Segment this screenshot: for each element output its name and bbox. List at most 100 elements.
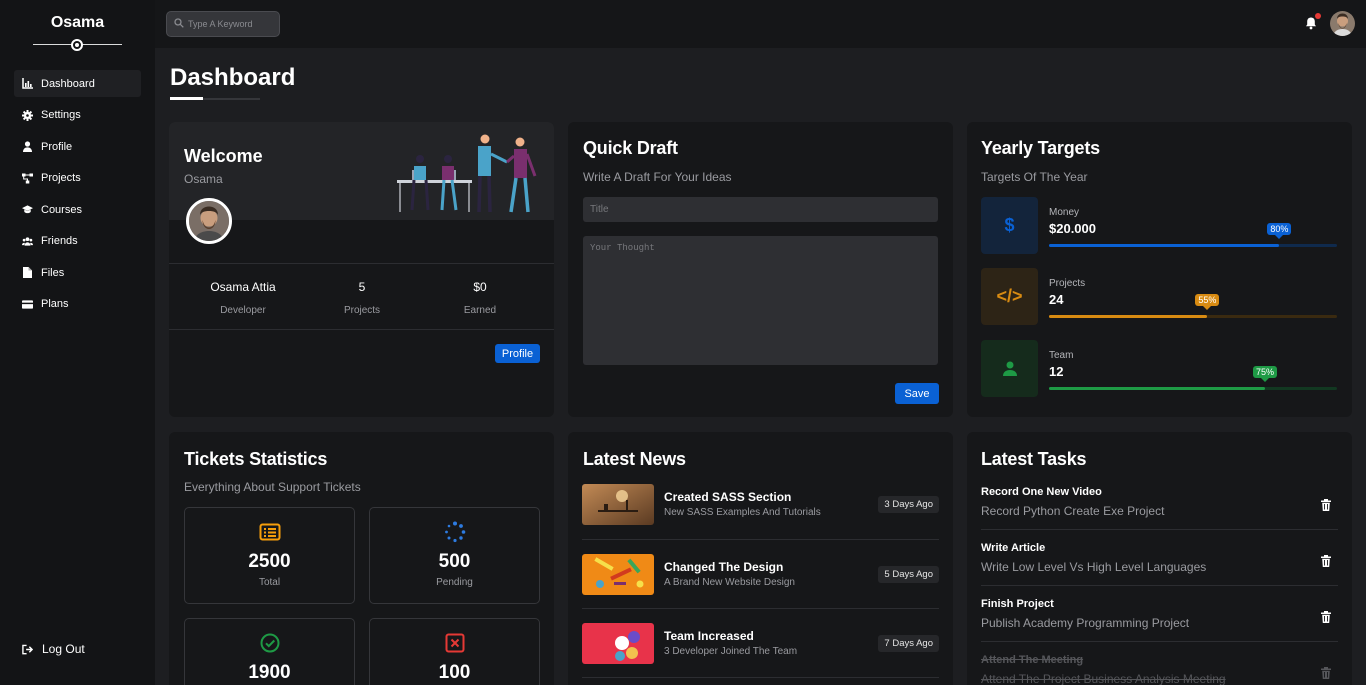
card-subtitle: Targets Of The Year	[981, 170, 1088, 184]
profile-button[interactable]: Profile	[495, 344, 540, 363]
progress-fill	[1049, 315, 1208, 318]
draft-title-input[interactable]	[583, 197, 938, 222]
sidebar-nav: Dashboard Settings Profile Projects Cour…	[14, 70, 141, 322]
target-row: </> Projects 24 55%	[981, 268, 1338, 325]
sidebar-item-dashboard[interactable]: Dashboard	[14, 70, 141, 97]
sidebar-item-files[interactable]: Files	[14, 259, 141, 286]
sidebar-item-label: Plans	[41, 298, 69, 310]
sidebar-item-label: Projects	[41, 172, 81, 184]
sidebar-item-plans[interactable]: Plans	[14, 291, 141, 318]
welcome-stat: $0 Earned	[425, 280, 535, 316]
search-box[interactable]	[166, 11, 280, 37]
ticket-label: Pending	[436, 577, 473, 588]
news-title: Team Increased	[664, 629, 754, 643]
target-label: Team	[1049, 350, 1074, 361]
sidebar-item-settings[interactable]: Settings	[14, 102, 141, 129]
target-label: Projects	[1049, 278, 1086, 289]
logout-label: Log Out	[42, 642, 85, 656]
trash-icon[interactable]	[1321, 498, 1331, 511]
users-icon	[22, 236, 33, 247]
ticket-stat-total: 2500 Total	[184, 507, 355, 604]
target-value: 12	[1049, 364, 1064, 379]
task-divider	[981, 529, 1338, 530]
search-input[interactable]	[188, 19, 278, 29]
card-title: Tickets Statistics	[184, 449, 328, 469]
draft-body-textarea[interactable]	[583, 236, 938, 365]
news-title: Created SASS Section	[664, 490, 792, 504]
ticket-value: 1900	[248, 662, 291, 683]
stat-label: Earned	[463, 305, 497, 316]
task-title: Write Article	[981, 542, 1046, 554]
welcome-card: Welcome Osama Osama Attia Developer 5 Pr…	[169, 122, 554, 417]
sidebar-item-profile[interactable]: Profile	[14, 133, 141, 160]
gear-icon	[22, 109, 33, 121]
user-icon	[981, 340, 1038, 397]
avatar	[186, 198, 232, 244]
close-square-icon	[444, 632, 466, 654]
ticket-stat-deleted: 100	[369, 618, 540, 685]
list-icon	[259, 521, 281, 543]
welcome-illustration	[394, 132, 544, 214]
welcome-divider	[169, 329, 554, 330]
progress-percent: 55%	[1198, 295, 1217, 305]
ticket-value: 2500	[248, 551, 291, 572]
card-subtitle: Everything About Support Tickets	[184, 480, 361, 494]
task-title: Finish Project	[981, 598, 1054, 610]
news-item[interactable]: Changed The Design A Brand New Website D…	[582, 554, 939, 623]
quick-draft-card: Quick Draft Write A Draft For Your Ideas…	[568, 122, 953, 417]
news-divider	[582, 608, 939, 609]
logout-button[interactable]: Log Out	[22, 642, 85, 656]
sidebar-item-projects[interactable]: Projects	[14, 165, 141, 192]
save-button[interactable]: Save	[895, 383, 939, 404]
progress-track	[1049, 387, 1337, 390]
task-description: Write Low Level Vs High Level Languages	[981, 560, 1207, 574]
progress-percent: 75%	[1256, 367, 1275, 377]
card-title: Quick Draft	[583, 138, 678, 158]
news-description: 3 Developer Joined The Team	[664, 646, 798, 657]
news-thumbnail	[582, 554, 654, 595]
brand-name: Osama	[50, 14, 105, 31]
task-description: Attend The Project Business Analysis Mee…	[981, 672, 1226, 685]
progress-badge: 80%	[1267, 223, 1292, 239]
news-thumbnail	[582, 484, 654, 525]
task-item-done: Attend The Meeting Attend The Project Bu…	[981, 654, 1338, 685]
code-icon: </>	[981, 268, 1038, 325]
spinner-icon	[444, 521, 466, 543]
sidebar-item-courses[interactable]: Courses	[14, 196, 141, 223]
progress-badge: 75%	[1253, 366, 1278, 382]
trash-icon[interactable]	[1321, 554, 1331, 567]
sidebar-item-label: Courses	[41, 203, 82, 216]
progress-badge: 55%	[1195, 294, 1220, 310]
card-subtitle: Write A Draft For Your Ideas	[583, 170, 732, 184]
sidebar-item-label: Friends	[41, 235, 78, 247]
target-row: $ Money $20.000 80%	[981, 197, 1338, 254]
news-item[interactable]: Created SASS Section New SASS Examples A…	[582, 484, 939, 553]
avatar[interactable]	[1330, 11, 1355, 36]
ticket-stat-closed: 1900	[184, 618, 355, 685]
sidebar: Osama Dashboard Settings Profile Project…	[0, 0, 155, 685]
card-title: Latest Tasks	[981, 449, 1087, 469]
trash-icon[interactable]	[1321, 666, 1331, 679]
stat-value: $0	[473, 280, 487, 294]
notification-dot	[1315, 13, 1321, 19]
page-title: Dashboard	[170, 64, 296, 91]
task-divider	[981, 585, 1338, 586]
latest-tasks-card: Latest Tasks Record One New Video Record…	[967, 432, 1352, 685]
task-title: Attend The Meeting	[981, 654, 1084, 666]
task-description: Publish Academy Programming Project	[981, 616, 1190, 630]
file-icon	[22, 267, 33, 278]
trash-icon[interactable]	[1321, 610, 1331, 623]
sidebar-item-friends[interactable]: Friends	[14, 228, 141, 255]
card-title: Latest News	[583, 449, 686, 469]
diagram-icon	[22, 173, 33, 184]
news-divider	[582, 677, 939, 678]
progress-fill	[1049, 244, 1280, 247]
news-item[interactable]: Team Increased 3 Developer Joined The Te…	[582, 623, 939, 685]
graduation-cap-icon	[22, 204, 33, 215]
ticket-label: Total	[258, 577, 281, 588]
news-date-badge: 3 Days Ago	[878, 496, 939, 513]
task-divider	[981, 641, 1338, 642]
news-title: Changed The Design	[664, 560, 784, 574]
welcome-title: Welcome	[184, 146, 263, 166]
title-underline-accent	[170, 97, 203, 100]
